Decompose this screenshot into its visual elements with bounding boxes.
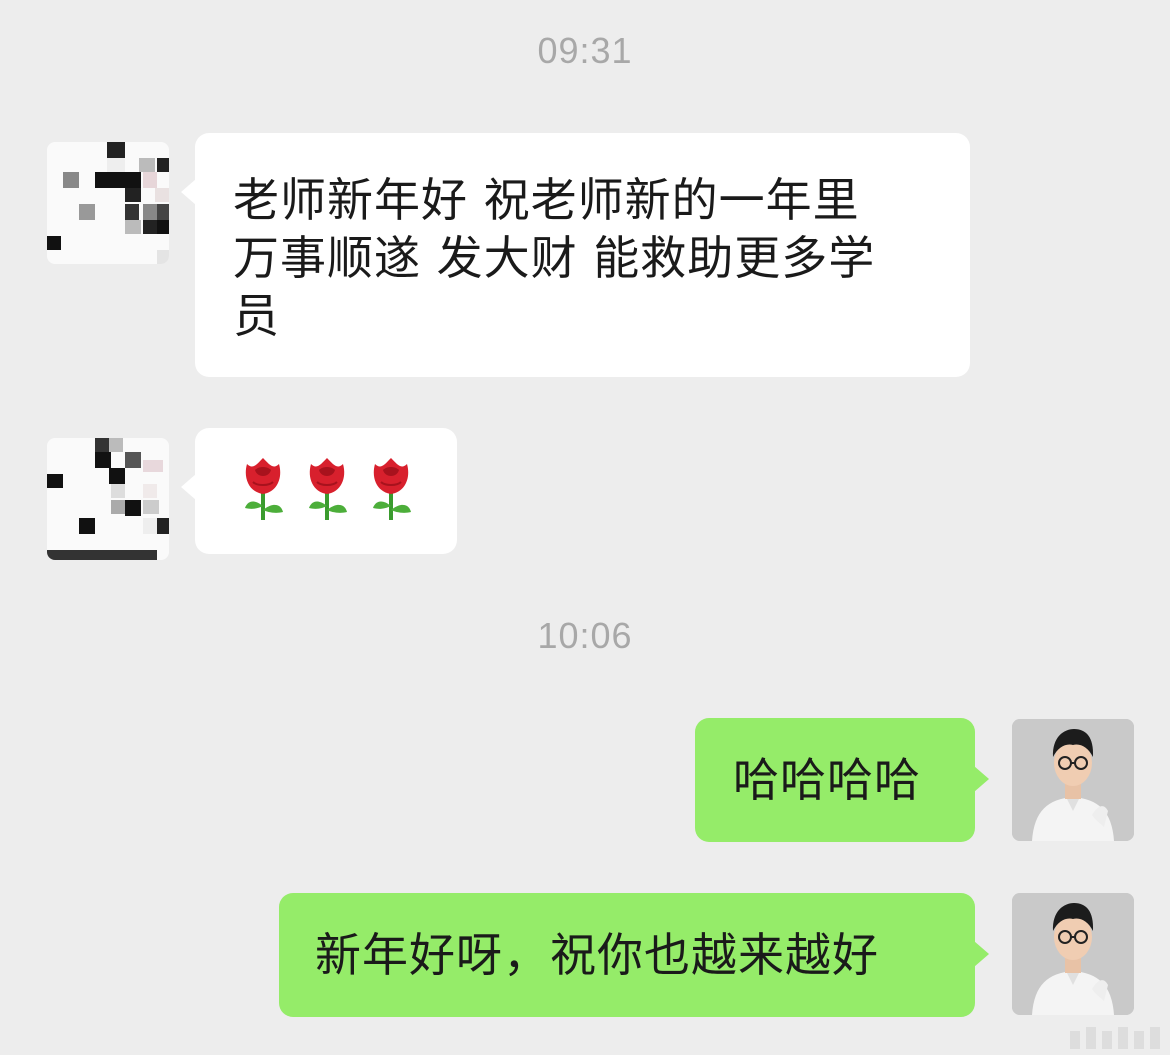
message-bubble-incoming[interactable] <box>181 428 457 554</box>
person-photo-icon <box>1012 893 1134 1015</box>
contact-avatar[interactable] <box>47 142 169 264</box>
timestamp: 10:06 <box>537 615 633 656</box>
message-text: 哈哈哈哈 <box>733 753 921 807</box>
emoji-row <box>195 428 457 524</box>
message-bubble-outgoing[interactable]: 哈哈哈哈 <box>695 718 989 842</box>
message-bubble-incoming[interactable]: 老师新年好 祝老师新的一年里 万事顺遂 发大财 能救助更多学 员 <box>181 133 970 377</box>
watermark-icon <box>1070 1027 1160 1049</box>
rose-emoji-icon <box>245 458 283 520</box>
rose-emoji-icon <box>309 458 347 520</box>
message-text: 老师新年好 祝老师新的一年里 万事顺遂 发大财 能救助更多学 员 <box>233 173 876 343</box>
message-bubble-outgoing[interactable]: 新年好呀，祝你也越来越好 <box>279 893 989 1017</box>
message-text: 新年好呀，祝你也越来越好 <box>315 928 879 982</box>
self-avatar[interactable] <box>1012 719 1134 841</box>
self-avatar[interactable] <box>1012 893 1134 1015</box>
contact-avatar[interactable] <box>47 438 169 560</box>
person-photo-icon <box>1012 719 1134 841</box>
timestamp: 09:31 <box>537 30 633 71</box>
rose-emoji-icon <box>373 458 411 520</box>
